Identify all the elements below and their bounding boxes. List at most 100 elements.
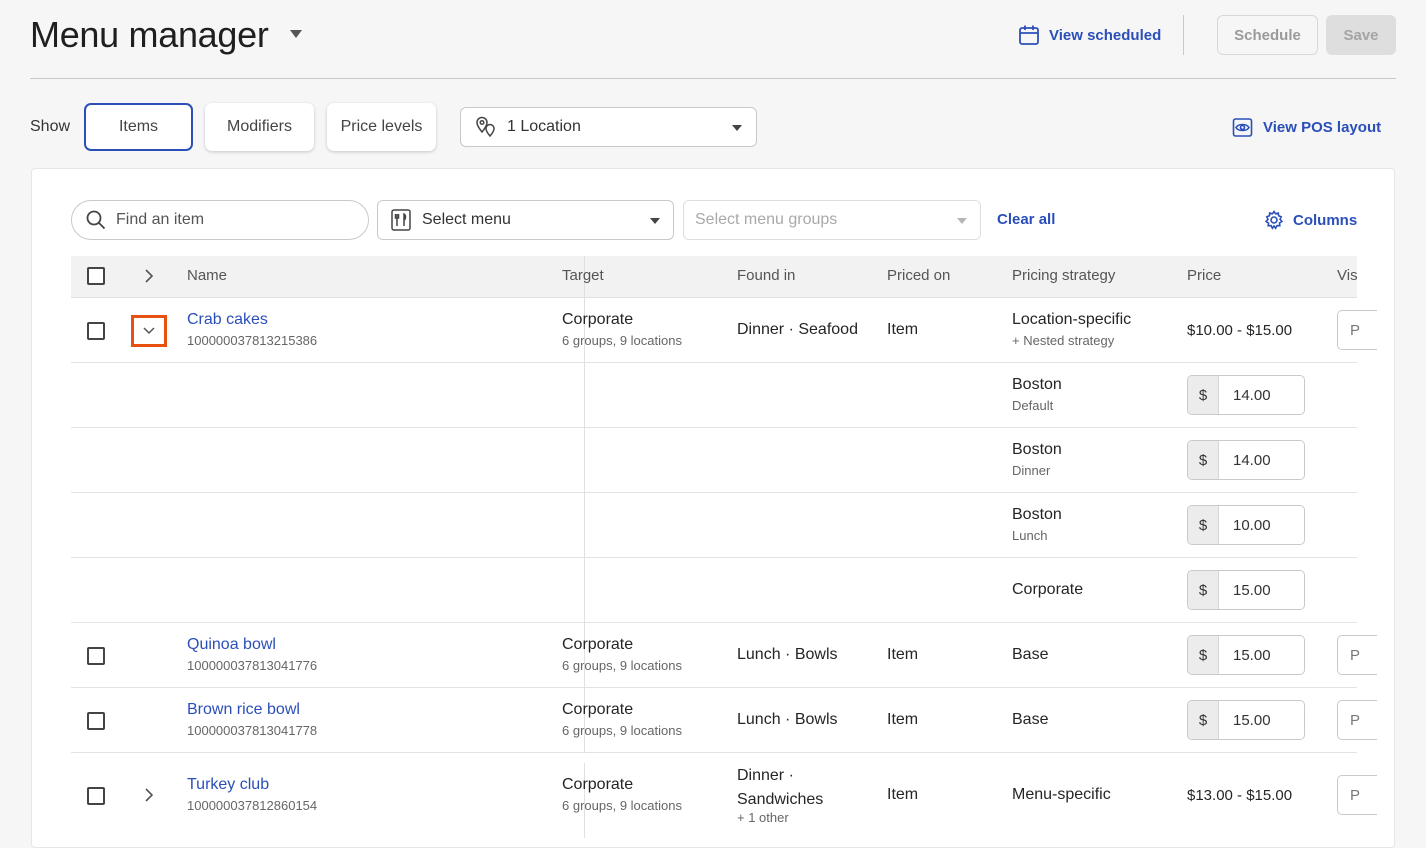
target-detail: 6 groups, 9 locations [562,798,682,813]
target: Corporate [562,311,634,328]
items-card: Select menu Select menu groups Clear all… [31,168,1395,848]
priced-on: Item [887,786,919,803]
column-header-priced-on[interactable]: Priced on [887,267,950,284]
clear-all-link[interactable]: Clear all [997,211,1055,228]
found-in-line-2: Sandwiches [737,791,824,808]
column-header-visibility[interactable]: Vis [1337,267,1358,284]
item-name-link[interactable]: Quinoa bowl [187,636,317,654]
view-scheduled-label: View scheduled [1049,26,1162,44]
price-sub-row: Boston Lunch $ 10.00 [71,493,1357,558]
pricing-location-detail: Dinner [1012,463,1051,478]
menu-board-icon [391,209,411,231]
row-checkbox[interactable] [87,787,105,805]
price-input[interactable]: $ 14.00 [1187,375,1305,415]
price-range: $13.00 - $15.00 [1187,787,1293,804]
tab-items[interactable]: Items [84,103,193,151]
location-select[interactable]: 1 Location [460,107,757,147]
visibility-select[interactable]: P [1337,775,1377,815]
column-header-pricing-strategy[interactable]: Pricing strategy [1012,267,1115,284]
search-input[interactable] [116,211,336,229]
price-input[interactable]: $ 15.00 [1187,570,1305,610]
visibility-select[interactable]: P [1337,700,1377,740]
collapse-row-button[interactable] [131,315,167,347]
target-detail: 6 groups, 9 locations [562,723,682,738]
column-divider [584,493,585,558]
pricing-strategy: Location-specific [1012,311,1132,328]
select-menu-label: Select menu [422,211,511,228]
priced-on: Item [887,711,919,728]
price-value[interactable]: 10.00 [1219,506,1304,544]
column-header-name[interactable]: Name [187,267,227,284]
save-button[interactable]: Save [1326,15,1396,55]
row-checkbox[interactable] [87,647,105,665]
tab-modifiers[interactable]: Modifiers [205,103,314,151]
currency-symbol: $ [1188,701,1219,739]
price-input[interactable]: $ 15.00 [1187,635,1305,675]
column-header-found-in[interactable]: Found in [737,267,795,284]
price-value[interactable]: 15.00 [1219,636,1304,674]
view-scheduled-link[interactable]: View scheduled [1018,24,1161,46]
column-divider [584,558,585,623]
table-header: Name Target Found in Priced on Pricing s… [71,256,1358,298]
visibility-select[interactable]: P [1337,635,1377,675]
pricing-strategy: Menu-specific [1012,786,1111,803]
price-value[interactable]: 14.00 [1219,441,1304,479]
chevron-right-icon[interactable] [143,787,155,803]
page-header: Menu manager View scheduled Schedule Sav… [30,0,1396,79]
item-id: 100000037813041778 [187,723,318,738]
currency-symbol: $ [1188,571,1219,609]
column-header-target[interactable]: Target [562,267,604,284]
select-all-checkbox[interactable] [87,267,105,285]
price-value[interactable]: 15.00 [1219,571,1304,609]
price-value[interactable]: 14.00 [1219,376,1304,414]
item-name-link[interactable]: Turkey club [187,776,317,794]
title-dropdown-caret-icon[interactable] [290,30,302,38]
search-field[interactable] [71,200,369,240]
schedule-button[interactable]: Schedule [1217,15,1318,55]
select-menu-dropdown[interactable]: Select menu [377,200,674,240]
item-id: 100000037813215386 [187,333,318,348]
price-sub-row: Boston Default $ 14.00 [71,363,1357,428]
item-name-link[interactable]: Brown rice bowl [187,701,317,719]
price-input[interactable]: $ 14.00 [1187,440,1305,480]
pricing-strategy-detail: + Nested strategy [1012,333,1115,348]
pricing-location: Boston [1012,441,1062,458]
tab-price-levels[interactable]: Price levels [327,103,436,151]
table-row[interactable]: Crab cakes 100000037813215386 Corporate … [71,298,1377,363]
price-input[interactable]: $ 15.00 [1187,700,1305,740]
item-name-link[interactable]: Crab cakes [187,311,317,329]
column-header-price[interactable]: Price [1187,267,1221,284]
found-in-line-1: Dinner · [737,767,794,784]
target-detail: 6 groups, 9 locations [562,658,682,673]
page-title: Menu manager [30,14,269,55]
view-pos-layout-link[interactable]: View POS layout [1232,117,1381,138]
pricing-location: Corporate [1012,581,1084,598]
price-input[interactable]: $ 10.00 [1187,505,1305,545]
found-in: Lunch · Bowls [737,646,838,663]
chevron-right-icon[interactable] [143,268,155,284]
select-menu-groups-dropdown[interactable]: Select menu groups [683,200,981,240]
location-select-value: 1 Location [507,118,581,135]
table-row[interactable]: Quinoa bowl 100000037813041776 Corporate… [71,623,1377,688]
gear-icon [1264,210,1284,230]
price-value[interactable]: 15.00 [1219,701,1304,739]
header-divider [1183,15,1184,55]
table-row[interactable]: Turkey club 100000037812860154 Corporate… [71,753,1377,838]
select-groups-placeholder: Select menu groups [695,211,838,228]
columns-button[interactable]: Columns [1264,210,1357,230]
show-label: Show [30,118,71,135]
chevron-down-icon [143,327,155,335]
found-in-more: + 1 other [737,810,789,825]
priced-on: Item [887,646,919,663]
calendar-icon [1019,25,1039,45]
price-sub-row: Corporate $ 15.00 [71,558,1357,623]
pricing-strategy: Base [1012,711,1049,728]
row-checkbox[interactable] [87,322,105,340]
pricing-location-detail: Default [1012,398,1054,413]
chevron-down-icon [957,218,967,224]
table-row[interactable]: Brown rice bowl 100000037813041778 Corpo… [71,688,1377,753]
pricing-location: Boston [1012,376,1062,393]
chevron-down-icon [650,218,660,224]
visibility-select[interactable]: P [1337,310,1377,350]
row-checkbox[interactable] [87,712,105,730]
